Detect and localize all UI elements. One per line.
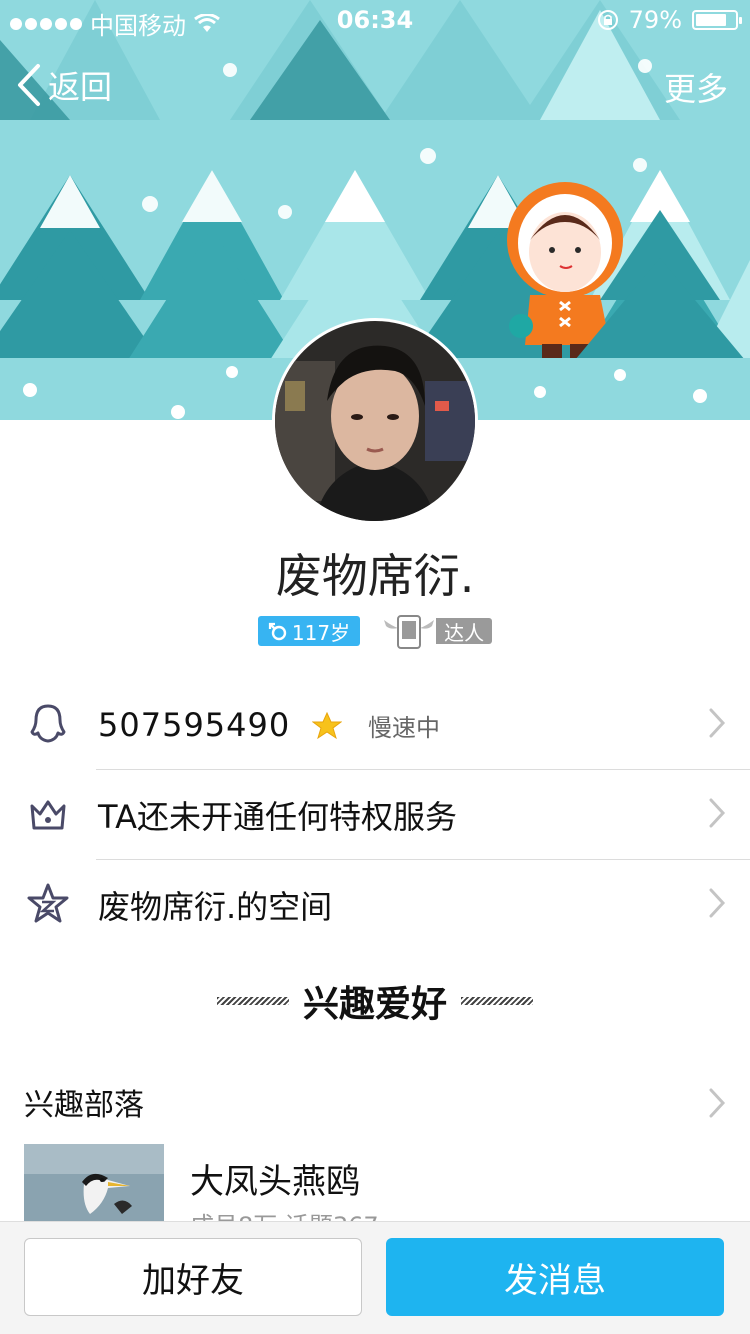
- star-icon: [312, 712, 342, 740]
- chevron-left-icon: [18, 64, 40, 106]
- qq-number: 507595490: [98, 706, 291, 744]
- privilege-row[interactable]: TA还未开通任何特权服务: [0, 770, 750, 860]
- expert-label: 达人: [436, 618, 493, 645]
- age-label: 117岁: [291, 620, 351, 645]
- expert-badge[interactable]: 达人: [382, 612, 493, 650]
- tribe-name: 大凤头燕鸥: [190, 1162, 360, 1202]
- battery-level-fill: [696, 14, 727, 26]
- chevron-right-icon: [709, 888, 726, 918]
- add-friend-button[interactable]: 加好友: [24, 1238, 362, 1316]
- tribe-chevron-right-icon[interactable]: [708, 1088, 726, 1118]
- tribe-header: 兴趣部落: [24, 1088, 144, 1123]
- qq-number-row[interactable]: 507595490 慢速中: [0, 680, 750, 770]
- rotation-lock-icon: [597, 10, 618, 30]
- profile-nickname: 废物席衍.: [275, 549, 475, 603]
- back-button[interactable]: 返回: [16, 62, 112, 108]
- interests-title: 兴趣爱好: [302, 984, 447, 1025]
- qzone-label: 废物席衍.的空间: [98, 888, 333, 926]
- chevron-right-icon: [709, 798, 726, 828]
- avatar-photo: [275, 321, 475, 521]
- battery-icon: [692, 10, 742, 30]
- chevron-right-icon: [709, 708, 726, 738]
- send-message-button[interactable]: 发消息: [386, 1238, 724, 1316]
- battery-percentage: 79%: [628, 6, 682, 34]
- back-label: 返回: [48, 68, 113, 106]
- avatar[interactable]: [272, 318, 478, 524]
- decorative-hatch-right: [461, 997, 533, 1005]
- interests-section-header: 兴趣爱好: [0, 975, 750, 1027]
- crown-icon: [30, 800, 66, 830]
- privilege-text: TA还未开通任何特权服务: [98, 798, 457, 836]
- qzone-star-icon: [27, 883, 69, 923]
- decorative-hatch-left: [216, 997, 289, 1005]
- status-bar: 中国移动 06:34 79%: [0, 0, 750, 40]
- speed-status: 慢速中: [368, 713, 440, 742]
- winged-phone-icon: [384, 615, 435, 649]
- navigation-bar: 返回 更多: [0, 50, 750, 120]
- penguin-icon: [30, 704, 66, 743]
- qzone-row[interactable]: 废物席衍.的空间: [0, 860, 750, 950]
- bottom-action-bar: 加好友 发消息: [0, 1221, 750, 1334]
- age-gender-badge: 117岁: [257, 616, 361, 646]
- male-icon: [268, 622, 287, 641]
- profile-tags: 117岁 达人: [0, 612, 750, 650]
- more-button[interactable]: 更多: [664, 64, 728, 110]
